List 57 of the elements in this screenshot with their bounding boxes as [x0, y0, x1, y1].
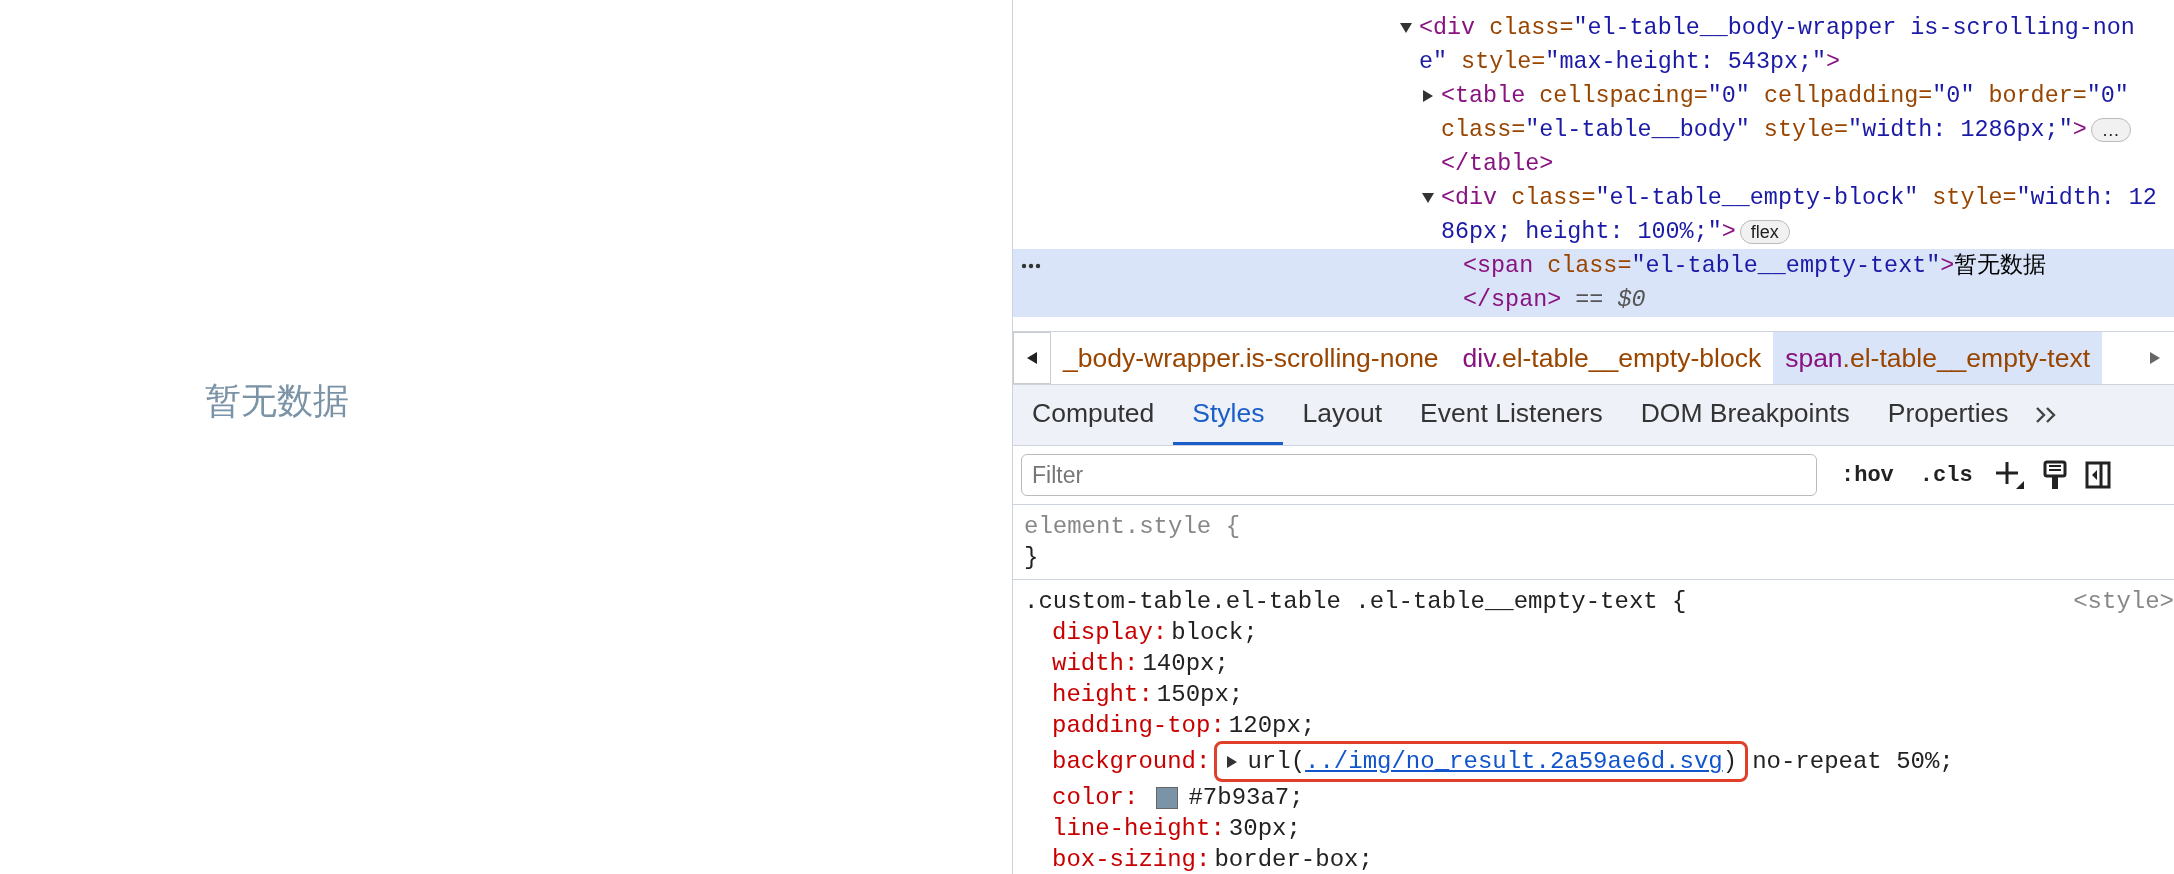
tab[interactable]: DOM Breakpoints	[1621, 385, 1869, 445]
expanded-arrow-icon[interactable]	[1421, 191, 1435, 205]
code-line: <div class="el-table__body-wrapper is-scrolling-non	[1419, 14, 2135, 43]
property-value: no-repeat 50%;	[1752, 747, 1954, 777]
toolbar-toggle[interactable]: .cls	[1915, 462, 1977, 488]
property-value: 30px;	[1228, 814, 1301, 844]
tab[interactable]: Properties	[1868, 385, 2028, 445]
property-value: block;	[1171, 618, 1258, 648]
closing-brace: }	[1024, 543, 1039, 573]
code-line: e" style="max-height: 543px;">	[1419, 48, 1841, 77]
color-swatch[interactable]	[1156, 786, 1179, 809]
css-selector: element.style {	[1024, 512, 1241, 542]
property-value: url(../img/no_result.2a59ae6d.svg)	[1247, 747, 1738, 777]
property-value: 140px;	[1142, 649, 1229, 679]
property-value: 120px;	[1228, 711, 1316, 741]
sidebar-toggle-icon[interactable]	[2084, 461, 2111, 489]
tab[interactable]: Layout	[1283, 385, 1401, 445]
flex-badge[interactable]: flex	[1739, 220, 1790, 244]
ellipsis-button[interactable]: …	[2090, 118, 2131, 142]
scroll-left-button[interactable]	[1013, 332, 1051, 384]
caret-left-icon	[1026, 351, 1038, 365]
code-line: 86px; height: 100%;">	[1441, 218, 1736, 247]
css-selector: .custom-table.el-table .el-table__empty-text {	[1024, 587, 1687, 617]
property-value: border-box;	[1214, 845, 1373, 874]
code-line: class="el-table__body" style="width: 1286px;">	[1441, 116, 2087, 145]
property-name: width:	[1052, 649, 1139, 679]
property-name: color:	[1052, 783, 1139, 813]
code-line: </table>	[1441, 150, 1554, 179]
property-name: box-sizing:	[1052, 845, 1211, 874]
plus-icon[interactable]	[1994, 460, 2025, 490]
expanded-arrow-icon[interactable]	[1399, 21, 1413, 35]
caret-right-icon	[2149, 351, 2161, 365]
toolbar-toggle[interactable]: :hov	[1837, 462, 1898, 488]
tab[interactable]: Computed	[1013, 385, 1174, 445]
code-line: <div class="el-table__empty-block" style="width: 12	[1441, 184, 2157, 213]
empty-text: 暂无数据	[205, 380, 349, 421]
property-name: background:	[1052, 747, 1211, 777]
property-value: 150px;	[1156, 680, 1244, 710]
breadcrumb-item[interactable]: span.el-table__empty-text	[1773, 332, 2103, 384]
code-line: <span class="el-table__empty-text">暂无数据	[1463, 252, 2047, 281]
code-line: <table cellspacing="0" cellpadding="0" border="0"	[1441, 82, 2129, 111]
property-name: padding-top:	[1052, 711, 1225, 741]
url-link[interactable]: ../img/no_result.2a59ae6d.svg	[1305, 748, 1723, 775]
tab[interactable]: Styles	[1173, 385, 1284, 445]
double-chevron-icon[interactable]	[2033, 405, 2058, 425]
filter-field[interactable]: Filter	[1021, 454, 1817, 496]
tab[interactable]: Event Listeners	[1401, 385, 1622, 445]
more-icon[interactable]	[1021, 263, 1041, 269]
paint-brush-icon[interactable]	[2042, 460, 2067, 490]
property-name: height:	[1052, 680, 1153, 710]
property-name: display:	[1052, 618, 1168, 648]
style-source-link[interactable]: <style>	[2073, 586, 2174, 617]
property-value: #7b93a7;	[1188, 783, 1304, 813]
collapsed-arrow-icon[interactable]	[1421, 89, 1435, 103]
property-name: line-height:	[1052, 814, 1225, 844]
code-line: </span> == $0	[1463, 286, 1646, 315]
selected-node-row[interactable]: <span class="el-table__empty-text">暂无数据 </span> == $0	[1013, 249, 2174, 317]
